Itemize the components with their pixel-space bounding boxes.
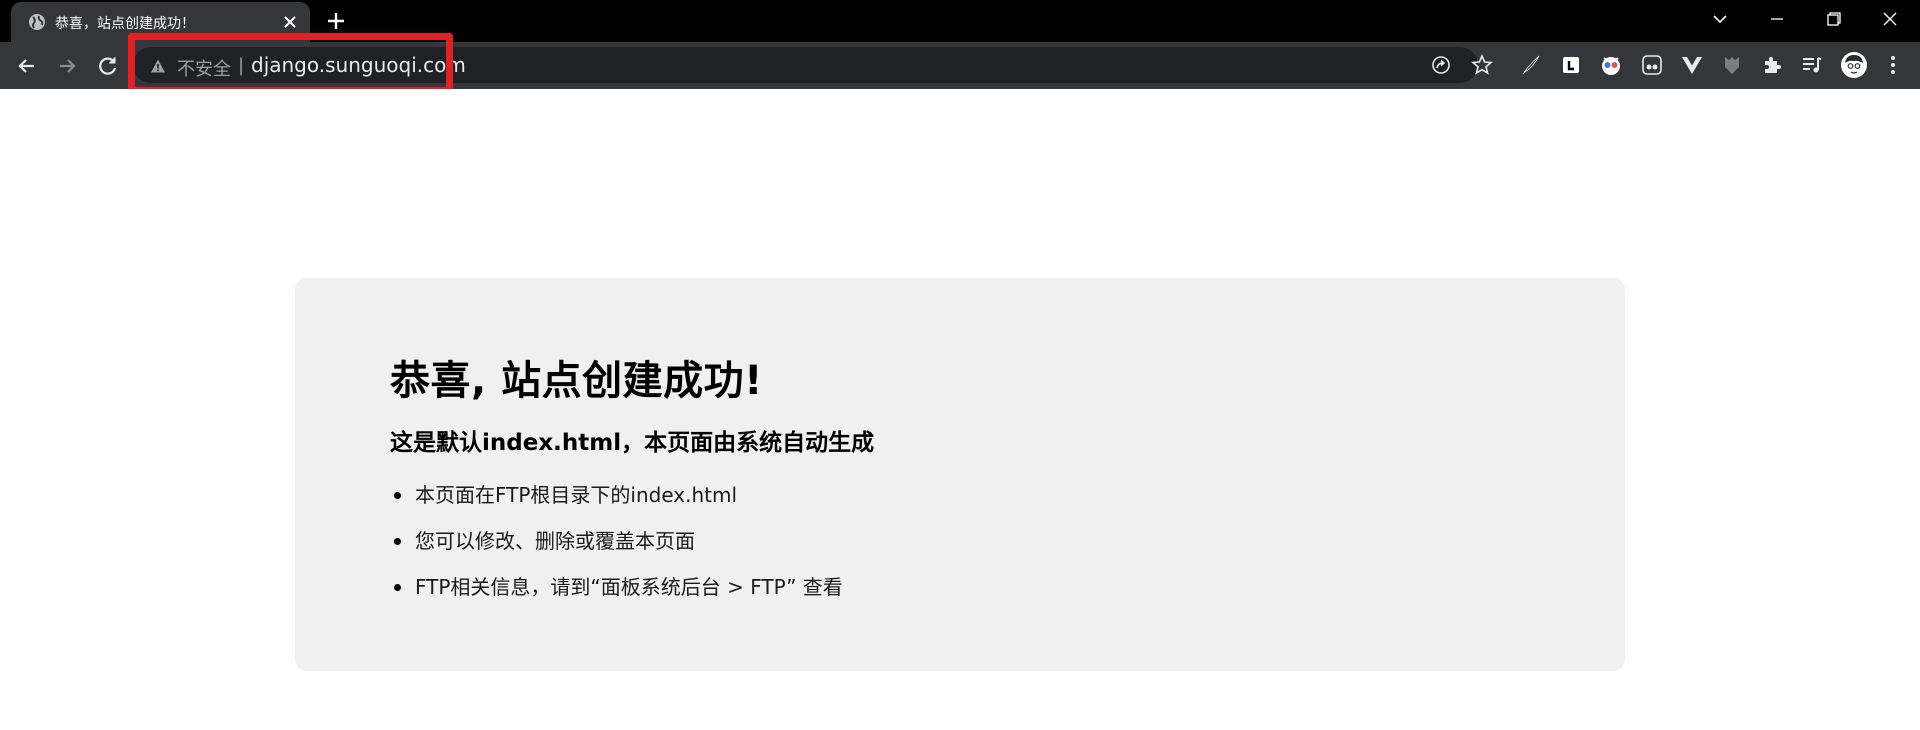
list-item: 您可以修改、删除或覆盖本页面	[390, 527, 843, 573]
glasses-extension-icon[interactable]	[1640, 53, 1664, 77]
l-extension-icon[interactable]	[1559, 53, 1583, 77]
back-arrow-icon[interactable]	[14, 53, 40, 79]
list-item: FTP相关信息，请到“面板系统后台 > FTP” 查看	[390, 573, 843, 619]
profile-avatar-icon[interactable]	[1840, 51, 1868, 79]
feather-extension-icon[interactable]	[1519, 53, 1543, 77]
url-highlight-box	[128, 33, 453, 94]
bookmark-star-icon[interactable]	[1470, 53, 1494, 77]
minimize-icon[interactable]	[1764, 8, 1790, 30]
close-tab-icon[interactable]	[280, 12, 300, 32]
restore-icon[interactable]	[1820, 8, 1846, 30]
extensions-puzzle-icon[interactable]	[1760, 53, 1784, 77]
tab-search-chevron-icon[interactable]	[1707, 8, 1733, 30]
media-queue-icon[interactable]	[1800, 53, 1824, 77]
tab-title: 恭喜，站点创建成功！	[55, 16, 195, 32]
owl-extension-icon[interactable]	[1599, 53, 1623, 77]
page-heading: 恭喜, 站点创建成功!	[390, 358, 763, 404]
share-icon[interactable]	[1429, 53, 1453, 77]
forward-arrow-icon[interactable]	[54, 53, 80, 79]
new-tab-plus-icon[interactable]	[325, 10, 347, 32]
list-item: 本页面在FTP根目录下的index.html	[390, 481, 843, 527]
page-viewport: 恭喜, 站点创建成功! 这是默认index.html，本页面由系统自动生成 本页…	[0, 89, 1920, 730]
vue-devtools-icon[interactable]	[1680, 53, 1704, 77]
reload-icon[interactable]	[95, 53, 121, 79]
kebab-menu-icon[interactable]	[1881, 53, 1905, 77]
shield-extension-icon[interactable]	[1720, 53, 1744, 77]
close-window-icon[interactable]	[1877, 8, 1903, 30]
info-list: 本页面在FTP根目录下的index.html 您可以修改、删除或覆盖本页面 FT…	[390, 481, 843, 619]
page-subheading: 这是默认index.html，本页面由系统自动生成	[390, 430, 875, 456]
welcome-card: 恭喜, 站点创建成功! 这是默认index.html，本页面由系统自动生成 本页…	[295, 278, 1625, 671]
globe-icon	[29, 14, 45, 30]
